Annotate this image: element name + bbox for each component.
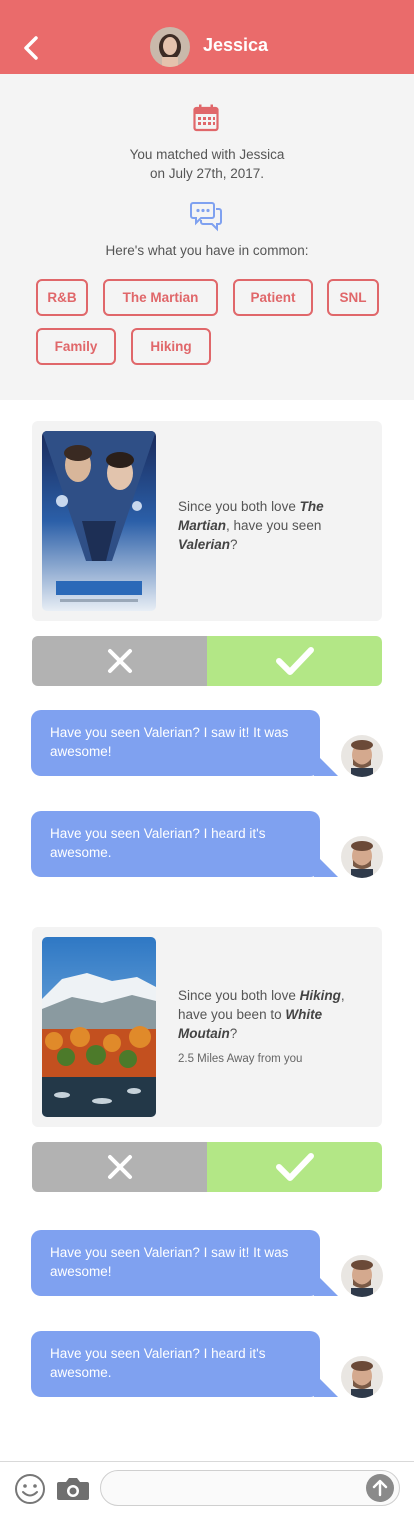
reject-button[interactable] <box>32 1142 207 1192</box>
camera-icon[interactable] <box>56 1476 90 1502</box>
suggestion-pre: Since you both love <box>178 988 300 1003</box>
suggestion-post: ? <box>229 1026 238 1041</box>
header-bar: Jessica <box>0 0 414 74</box>
x-icon <box>108 1155 132 1179</box>
avatar[interactable] <box>341 836 383 878</box>
bubble-tail <box>314 859 338 877</box>
back-button[interactable] <box>18 28 48 64</box>
common-interests-label: Here's what you have in common: <box>105 243 309 258</box>
chat-screen: Jessica You matched with Jessica on July… <box>0 0 414 1514</box>
suggestion-text: Since you both love Hiking, have you bee… <box>178 986 368 1043</box>
white-mountain-photo <box>42 937 156 1117</box>
suggestion-card[interactable]: Since you both love Hiking, have you bee… <box>32 927 382 1127</box>
accept-button[interactable] <box>207 1142 382 1192</box>
bubble-tail <box>314 758 338 776</box>
tag-hiking[interactable]: Hiking <box>131 328 211 365</box>
distance-text: 2.5 Miles Away from you <box>178 1053 303 1065</box>
tag-snl[interactable]: SNL <box>327 279 379 316</box>
arrow-up-icon <box>372 1479 388 1497</box>
tag-family[interactable]: Family <box>36 328 116 365</box>
tag-rnb[interactable]: R&B <box>36 279 88 316</box>
match-line-2: on July 27th, 2017. <box>149 166 265 181</box>
message-bubble: Have you seen Valerian? I heard it's awe… <box>31 1331 320 1397</box>
reject-button[interactable] <box>32 636 207 686</box>
suggestion-mid: , have you seen <box>226 518 322 533</box>
match-date-text: You matched with Jessica on July 27th, 2… <box>0 145 414 183</box>
message-bubble: Have you seen Valerian? I saw it! It was… <box>31 710 320 776</box>
chevron-left-icon <box>24 36 38 60</box>
tag-patient[interactable]: Patient <box>233 279 313 316</box>
suggestion-actions <box>32 1142 382 1192</box>
suggestion-topic: Hiking <box>299 988 341 1003</box>
tag-the-martian[interactable]: The Martian <box>103 279 218 316</box>
accept-button[interactable] <box>207 636 382 686</box>
valerian-movie-poster <box>42 431 156 611</box>
match-avatar[interactable] <box>150 27 190 67</box>
bubble-tail <box>314 1379 338 1397</box>
match-line-1: You matched with Jessica <box>129 147 285 162</box>
suggestion-post: ? <box>230 537 238 552</box>
message-input[interactable] <box>100 1470 400 1506</box>
message-bubble: Have you seen Valerian? I saw it! It was… <box>31 1230 320 1296</box>
suggestion-text: Since you both love The Martian, have yo… <box>178 497 368 554</box>
message-bubble: Have you seen Valerian? I heard it's awe… <box>31 811 320 877</box>
send-button[interactable] <box>366 1474 394 1502</box>
bubble-tail <box>314 1278 338 1296</box>
suggestion-target: Valerian <box>178 537 231 552</box>
avatar[interactable] <box>341 1356 383 1398</box>
suggestion-pre: Since you both love <box>178 499 300 514</box>
avatar[interactable] <box>341 1255 383 1297</box>
emoji-icon[interactable] <box>14 1473 46 1505</box>
check-icon <box>276 1153 314 1181</box>
chat-bubbles-icon <box>190 202 222 232</box>
avatar[interactable] <box>341 735 383 777</box>
suggestion-actions <box>32 636 382 686</box>
check-icon <box>276 647 314 675</box>
page-title: Jessica <box>203 35 269 55</box>
suggestion-card[interactable]: Since you both love The Martian, have yo… <box>32 421 382 621</box>
x-icon <box>108 649 132 673</box>
calendar-icon <box>193 104 219 132</box>
